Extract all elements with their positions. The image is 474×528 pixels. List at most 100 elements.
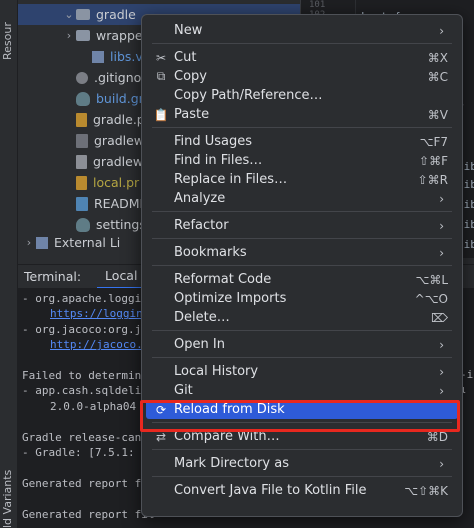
menu-item-label: Copy	[174, 69, 207, 84]
cut-icon: ✂	[155, 50, 167, 65]
menu-replace-in-files[interactable]: Replace in Files… ⇧⌘R	[146, 170, 458, 189]
menu-find-in-files[interactable]: Find in Files… ⇧⌘F	[146, 151, 458, 170]
tree-item-label: local.pr	[93, 175, 140, 190]
chevron-icon[interactable]: ›	[22, 236, 36, 249]
tree-item-label: gradle.p	[93, 112, 145, 127]
highlight-annotation	[140, 400, 460, 432]
tbl-file-icon	[92, 50, 104, 63]
chevron-right-icon: ›	[439, 364, 444, 379]
menu-cut[interactable]: ✂ Cut ⌘X	[146, 48, 458, 67]
terminal-link[interactable]: http://jacoco.o	[50, 338, 149, 351]
menu-new[interactable]: New ›	[146, 21, 458, 40]
tree-item[interactable]: local.pr	[18, 172, 139, 193]
chevron-right-icon: ›	[439, 456, 444, 471]
tree-item[interactable]: gradle.p	[18, 109, 145, 130]
gradle-file-icon	[76, 217, 90, 232]
menu-analyze[interactable]: Analyze ›	[146, 189, 458, 208]
menu-item-label: Copy Path/Reference…	[174, 88, 323, 103]
menu-separator	[152, 476, 452, 477]
terminal-line: Gradle release-candi	[22, 430, 155, 444]
menu-item-label: Find Usages	[174, 134, 253, 149]
menu-separator	[152, 127, 452, 128]
menu-delete[interactable]: Delete… ⌦	[146, 308, 458, 327]
menu-item-label: Local History	[174, 364, 259, 379]
menu-convert-java-to-kotlin[interactable]: Convert Java File to Kotlin File ⌥⇧⌘K	[146, 481, 458, 500]
terminal-line: 2.0.0-alpha04	[50, 399, 137, 413]
tree-item[interactable]: gradlew	[18, 130, 144, 151]
menu-item-label: Delete…	[174, 310, 230, 325]
menu-item-shortcut: ⌦	[431, 310, 448, 325]
left-tool-strip: Resour ld Variants	[0, 0, 18, 528]
resource-manager-tab[interactable]: Resour	[1, 22, 14, 60]
terminal-line: Failed to determine	[22, 369, 148, 382]
menu-paste[interactable]: 📋 Paste ⌘V	[146, 105, 458, 124]
menu-item-label: Optimize Imports	[174, 291, 287, 306]
folder-file-icon	[76, 9, 90, 20]
tree-item-label: External Li	[54, 235, 121, 250]
gradle-file-icon	[76, 91, 90, 106]
menu-item-label: Open In	[174, 337, 225, 352]
menu-reformat-code[interactable]: Reformat Code ⌥⌘L	[146, 270, 458, 289]
folder-file-icon	[76, 30, 90, 41]
menu-item-label: Replace in Files…	[174, 172, 288, 187]
menu-item-shortcut: ⇧⌘R	[417, 172, 448, 187]
terminal-line: Generated report fil	[22, 507, 155, 521]
tree-item-label: gradlew.	[93, 154, 146, 169]
tbl-file-icon	[36, 236, 48, 249]
menu-bookmarks[interactable]: Bookmarks ›	[146, 243, 458, 262]
menu-open-in[interactable]: Open In ›	[146, 335, 458, 354]
chevron-icon[interactable]: ⌄	[62, 8, 76, 21]
md-file-icon	[76, 196, 88, 211]
chevron-right-icon: ›	[439, 245, 444, 260]
tree-item-label: wrappe	[96, 28, 143, 43]
menu-local-history[interactable]: Local History ›	[146, 362, 458, 381]
menu-separator	[152, 265, 452, 266]
tree-item[interactable]: build.gr	[18, 88, 144, 109]
menu-separator	[152, 449, 452, 450]
tree-item[interactable]: libs.v	[18, 46, 143, 67]
bat-file-icon	[76, 133, 88, 148]
chevron-right-icon: ›	[439, 191, 444, 206]
menu-item-shortcut: ⌘X	[427, 50, 448, 65]
menu-item-shortcut: ⌥⌘L	[415, 272, 448, 287]
menu-item-label: Bookmarks	[174, 245, 247, 260]
tree-item[interactable]: gradlew.	[18, 151, 146, 172]
tree-item[interactable]: › wrappe	[18, 25, 143, 46]
chevron-right-icon: ›	[439, 337, 444, 352]
tree-item-label: build.gr	[96, 91, 144, 106]
menu-optimize-imports[interactable]: Optimize Imports ^⌥O	[146, 289, 458, 308]
terminal-link[interactable]: https://logging	[50, 307, 149, 320]
menu-item-label: Reformat Code	[174, 272, 272, 287]
tree-item-label: gradlew	[94, 133, 145, 148]
build-variants-tab[interactable]: ld Variants	[1, 470, 14, 528]
menu-item-label: Refactor	[174, 218, 229, 233]
menu-item-label: New	[174, 23, 203, 38]
tree-item[interactable]: .gitigno	[18, 67, 141, 88]
context-menu: New › ✂ Cut ⌘X ⧉ Copy ⌘C Copy Path/Reference… 📋 Pa…	[141, 14, 463, 517]
menu-item-label: Git	[174, 383, 193, 398]
menu-refactor[interactable]: Refactor ›	[146, 216, 458, 235]
menu-copy[interactable]: ⧉ Copy ⌘C	[146, 67, 458, 86]
chevron-right-icon: ›	[439, 383, 444, 398]
chevron-right-icon: ›	[439, 218, 444, 233]
menu-find-usages[interactable]: Find Usages ⌥F7	[146, 132, 458, 151]
menu-copy-path[interactable]: Copy Path/Reference…	[146, 86, 458, 105]
menu-separator	[152, 238, 452, 239]
menu-item-label: Cut	[174, 50, 197, 65]
props-file-icon	[76, 112, 87, 127]
tree-item[interactable]: › External Li	[18, 232, 120, 253]
menu-item-shortcut: ⌥F7	[419, 134, 448, 149]
menu-separator	[152, 43, 452, 44]
terminal-line: Generated report fil	[22, 476, 155, 490]
terminal-tab-local[interactable]: Local	[97, 265, 146, 289]
terminal-line: - org.apache.logging	[22, 292, 155, 305]
menu-mark-directory-as[interactable]: Mark Directory as ›	[146, 454, 458, 473]
tree-item-label: libs.v	[110, 49, 143, 64]
menu-item-label: Paste	[174, 107, 210, 122]
chevron-icon[interactable]: ›	[62, 29, 76, 42]
menu-git[interactable]: Git ›	[146, 381, 458, 400]
gear-file-icon	[76, 71, 88, 84]
terminal-line: - org.jacoco:org.ja	[22, 322, 148, 336]
menu-item-shortcut: ^⌥O	[414, 291, 448, 306]
menu-item-label: Analyze	[174, 191, 226, 206]
